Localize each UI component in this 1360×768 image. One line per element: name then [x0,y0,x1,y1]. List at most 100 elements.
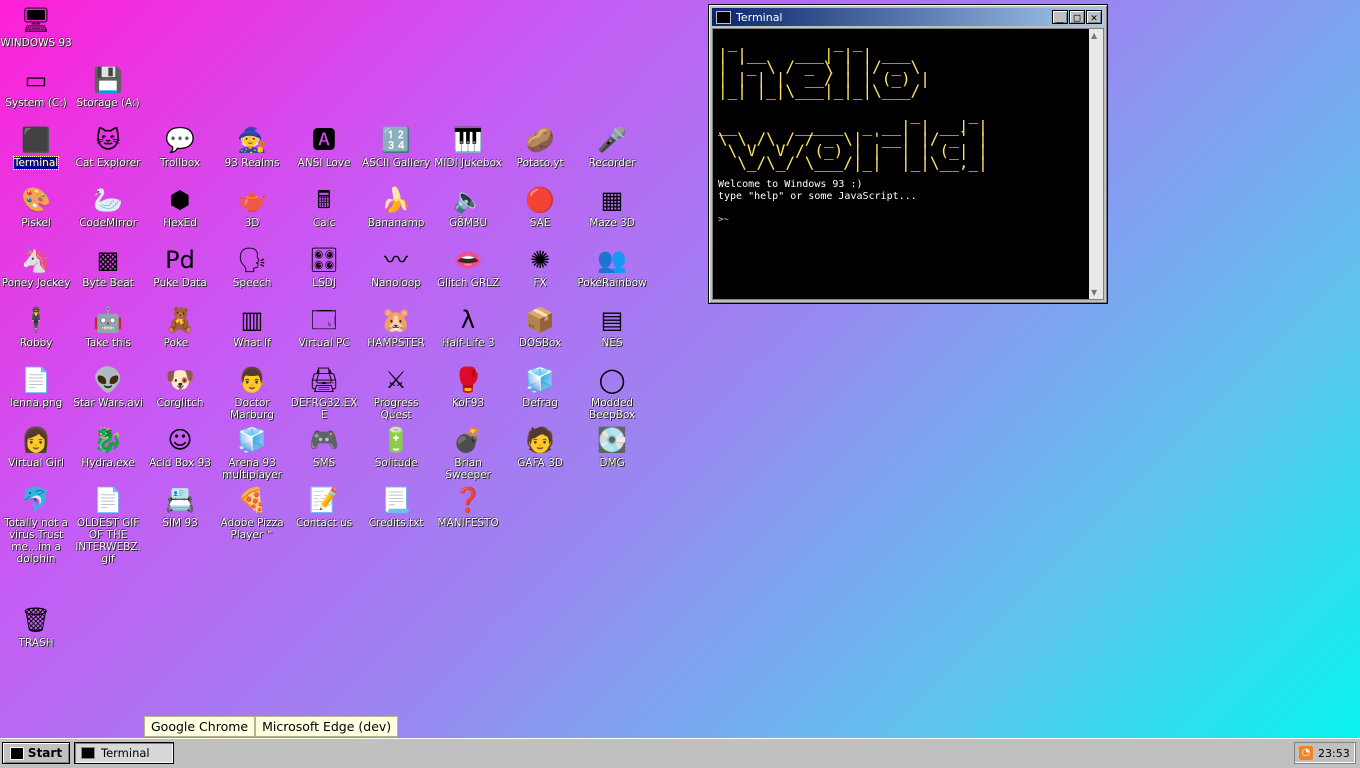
terminal-titlebar[interactable]: Terminal _ □ ✕ [712,8,1104,26]
taskbar-terminal-label: Terminal [101,746,150,760]
desktop-icon-kof[interactable]: 🥊 KoF93 [432,364,504,409]
desktop-icon-lsdj[interactable]: 🎛 LSDJ [288,244,360,289]
defrag-exe-icon: 🖨 [308,366,340,394]
scroll-up-icon[interactable]: ▲ [1091,31,1097,40]
desktop-icon-trollbox[interactable]: 💬 Trollbox [144,124,216,169]
desktop-icon-defrag[interactable]: 🧊 Defrag [504,364,576,409]
desktop-icon-label: What If [233,337,271,349]
desktop-icon-pony[interactable]: 🦄 Poney Jockey [0,244,72,289]
desktop-icon-gafa[interactable]: 🧑 GAFA 3D [504,424,576,469]
desktop-icon-bomb[interactable]: 💣 Brian Sweeper [432,424,504,481]
desktop-icon-ansi-love[interactable]: 🅰 ANSI Love [288,124,360,169]
desktop-icon-gif-file[interactable]: 📄 OLDEST GIF OF THE INTERWEBZ.gif [72,484,144,565]
desktop-icon-label: MANIFESTO [437,517,499,529]
desktop-icon-what-if[interactable]: ▥ What If [216,304,288,349]
desktop-icon-ascii-gallery[interactable]: 🔢 ASCII Gallery [360,124,432,169]
desktop-icon-potato[interactable]: 🥔 Potato.yt [504,124,576,169]
desktop-icon-calculator[interactable]: 🖩 Calc [288,184,360,229]
desktop-icon-virtual-girl[interactable]: 👩 Virtual Girl [0,424,72,469]
desktop-icon-robot[interactable]: 🕴 Robby [0,304,72,349]
desktop-icon-microphone[interactable]: 🎤 Recorder [576,124,648,169]
desktop-icon-label: Half-Life 3 [441,337,495,349]
desktop-icon-hexagon[interactable]: ⬢ HexEd [144,184,216,229]
desktop-icon-solitude[interactable]: 🔋 Solitude [360,424,432,469]
desktop-icon-teapot[interactable]: 🫖 3D [216,184,288,229]
sms-icon: 🎮 [309,426,339,454]
desktop-icon-defrag-exe[interactable]: 🖨 DEFRG32.EXE [288,364,360,421]
desktop-icon-arena[interactable]: 🧊 Arena 93 multiplayer [216,424,288,481]
desktop-icon-text-file[interactable]: 📃 Credits.txt [360,484,432,529]
desktop-icon-dolphin[interactable]: 🐬 Totally not a virus.Trust me...im a dol… [0,484,72,565]
desktop-icon-take-this[interactable]: 🤖 Take this [72,304,144,349]
hexagon-icon: ⬢ [169,186,191,214]
desktop-icon-lips[interactable]: 👄 Glitch GRLZ [432,244,504,289]
desktop-icon-half-life[interactable]: λ Half-Life 3 [432,304,504,349]
terminal-window[interactable]: Terminal _ □ ✕ _ _ _ | |__ ___| | | ___ … [708,4,1108,304]
desktop-icon-dosbox[interactable]: 📦 DOSBox [504,304,576,349]
rss-icon[interactable]: ◔ [1299,746,1313,760]
desktop-icon-nanoloop[interactable]: 〰 Nanoloop [360,244,432,289]
desktop-icon-label: Terminal [12,156,60,170]
taskbar-terminal-button[interactable]: Terminal [74,742,174,764]
desktop-icon-poke[interactable]: 🧸 Poke [144,304,216,349]
desktop-icon-label: SAE [529,217,551,229]
desktop-icon-sim[interactable]: 📇 SIM 93 [144,484,216,529]
desktop-icon-yoda[interactable]: 👽 Star Wars.avi [72,364,144,409]
desktop-icon-terminal[interactable]: ⬛ Terminal [0,124,72,170]
desktop-icon-doctor[interactable]: 👨 Doctor Marburg [216,364,288,421]
maximize-button[interactable]: □ [1069,10,1085,24]
trash-icon: 🗑 [20,606,52,634]
desktop-icon-smiley[interactable]: ☺ Acid Box 93 [144,424,216,469]
desktop-icon-cat-explorer[interactable]: 🐱 Cat Explorer [72,124,144,169]
desktop-icon-image-file[interactable]: 📄 lenna.png [0,364,72,409]
terminal-scrollbar[interactable]: ▲ ▼ [1089,29,1103,299]
desktop-icon-byte-beat[interactable]: ▩ Byte Beat [72,244,144,289]
desktop-icon-amiga-ball[interactable]: 🔴 SAE [504,184,576,229]
tooltip-google-chrome[interactable]: Google Chrome [144,716,256,737]
desktop-icon-midi-jukebox[interactable]: 🎹 MIDI Jukebox [432,124,504,169]
nanoloop-icon: 〰 [384,246,408,274]
desktop-icon-trash[interactable]: 🗑 TRASH [0,604,72,649]
desktop-icon-fx[interactable]: ✺ FX [504,244,576,289]
desktop-icon-maze[interactable]: ▦ Maze 3D [576,184,648,229]
desktop-icon-banana[interactable]: 🍌 Bananamp [360,184,432,229]
desktop-icon-pokerainbow[interactable]: 👥 PokéRainbow [576,244,648,289]
desktop-icon-dmg[interactable]: 💽 DMG [576,424,648,469]
desktop-icon-progress-quest[interactable]: ⚔ Progress Quest [360,364,432,421]
desktop-icon-sms[interactable]: 🎮 SMS [288,424,360,469]
terminal-prompt[interactable]: >~ [718,215,729,225]
terminal-welcome-text: Welcome to Windows 93 :) type "help" or … [718,179,917,203]
taskbar: Start Terminal ◔ 23:53 [0,738,1360,768]
desktop-icon-virtual-pc[interactable]: 🗔 Virtual PC [288,304,360,349]
minimize-button[interactable]: _ [1052,10,1068,24]
close-button[interactable]: ✕ [1086,10,1102,24]
desktop-icon-corgi[interactable]: 🐶 Corglitch [144,364,216,409]
desktop-icon-label: Arena 93 multiplayer [222,457,282,481]
desktop-icon-pizza[interactable]: 🍕 Adobe Pizza Player™ [216,484,288,541]
beepbox-icon: ◯ [598,366,626,394]
desktop-icon-computer[interactable]: 🖥 WINDOWS 93 [0,4,72,49]
desktop-icon-codemirror[interactable]: 🦢 CodeMirror [72,184,144,229]
desktop-icon-speaker[interactable]: 🔈 G8̃M3U [432,184,504,229]
desktop-icon-label: Acid Box 93 [149,457,211,469]
text-file-icon: 📃 [381,486,411,514]
question-icon: ❓ [453,486,483,514]
desktop-icon-contact[interactable]: 📝 Contact us [288,484,360,529]
desktop-icon-hydra[interactable]: 🐉 Hydra.exe [72,424,144,469]
desktop-icon-palette[interactable]: 🎨 Piskel [0,184,72,229]
desktop-icon-label: HAMPSTER [367,337,425,349]
desktop-icon-nes[interactable]: ▤ NES [576,304,648,349]
desktop-icon-speech[interactable]: 🗣 Speech [216,244,288,289]
desktop-icon-question[interactable]: ❓ MANIFESTO [432,484,504,529]
desktop-icon-floppy-drive[interactable]: 💾 Storage (A:) [72,64,144,109]
desktop-icon-drive[interactable]: ▭ System (C:) [0,64,72,109]
tooltip-microsoft-edge[interactable]: Microsoft Edge (dev) [255,716,399,737]
desktop-icon-pure-data[interactable]: Pd Puke Data [144,244,216,289]
desktop-icon-beepbox[interactable]: ◯ Modded BeepBox [576,364,648,421]
desktop-icon-label: Brian Sweeper [445,457,491,481]
desktop-icon-hamster[interactable]: 🐹 HAMPSTER [360,304,432,349]
desktop-icon-realms[interactable]: 🧙 93 Realms [216,124,288,169]
start-button[interactable]: Start [2,742,70,764]
terminal-output[interactable]: _ _ _ | |__ ___| | | ___ | '_ \ / _ \ | … [712,28,1104,300]
scroll-down-icon[interactable]: ▼ [1091,288,1097,297]
